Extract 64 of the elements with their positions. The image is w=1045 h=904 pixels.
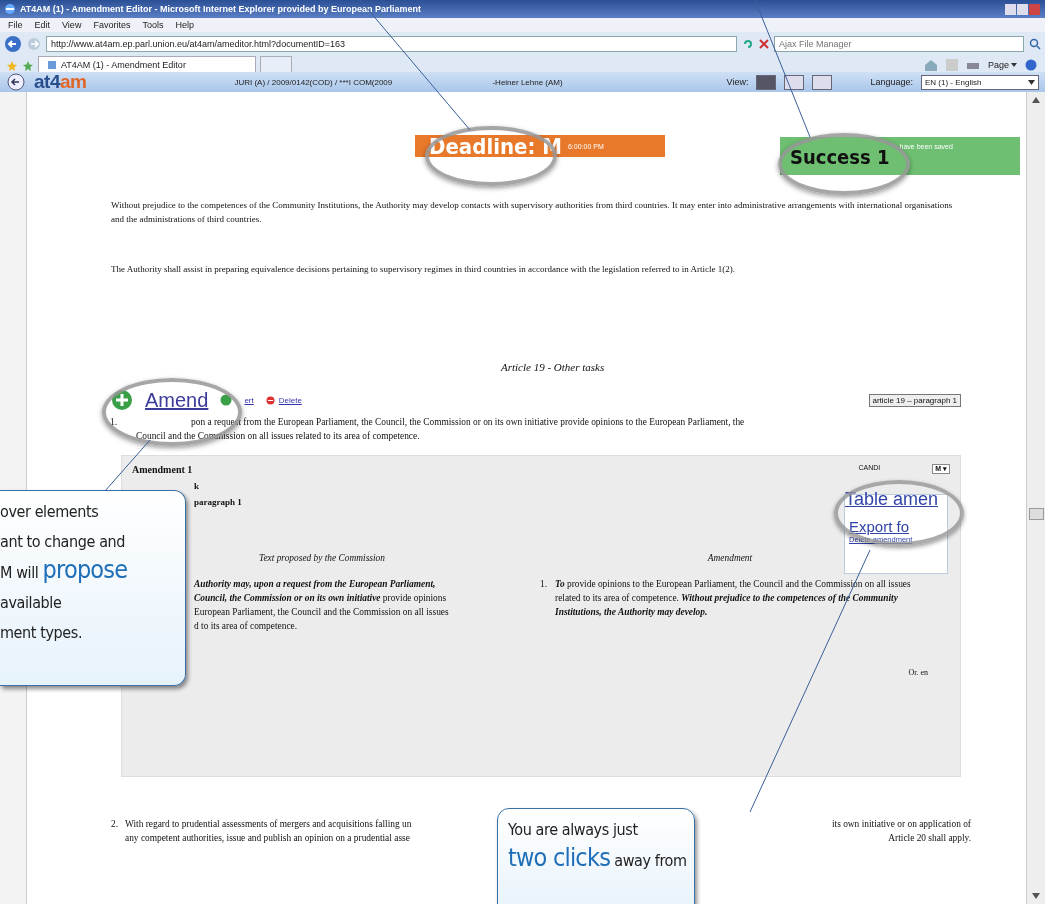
scroll-up-icon xyxy=(1031,96,1041,104)
column-heading: Amendment xyxy=(707,553,753,563)
menu-item[interactable]: Edit xyxy=(34,20,51,30)
menu-item[interactable]: File xyxy=(8,20,23,30)
document-reference: JURI (A) / 2009/0142(COD) / ***I COM(2009 xyxy=(234,77,394,87)
paragraph-number: 1. xyxy=(540,578,548,591)
menu-link[interactable]: Export fo xyxy=(849,518,943,535)
paragraph-text: With regard to prudential assessments of mergers and acquisitions falling un any competent authorities, issue and publish an opinion on a prudential asse xyxy=(125,818,412,845)
add-favorite-icon xyxy=(22,60,34,72)
amendment-subtitle: k xyxy=(194,481,199,491)
paragraph-text: The Authority shall assist in preparing equivalence decisions pertaining to supervisory regimes in third countries in accordance with the legislation referred to in Article 1(2). xyxy=(111,263,737,276)
callout-text: over elements ant to change and M will propose available ment types. xyxy=(0,501,128,644)
menu-link[interactable]: Table amen xyxy=(845,489,943,510)
rapporteur-name: -Heiner Lehne (AM) xyxy=(492,77,563,87)
scroll-down-icon xyxy=(1031,892,1041,900)
favorites-star-icon xyxy=(6,60,18,72)
amended-text: To provide opinions to the European Parliament, the Council and the Commission on all issues related to its area of competence. Without prejudice to the competences of the Community Institutions, the Authority may develop. xyxy=(555,578,912,619)
language-select[interactable]: EN (1) - English xyxy=(921,74,1039,90)
list-view-button[interactable] xyxy=(812,74,833,90)
deadline-label: Deadline: M xyxy=(429,133,562,159)
window-title: AT4AM (1) - Amendment Editor - Microsoft Internet Explorer provided by European Parliament xyxy=(20,4,422,14)
browser-tab[interactable]: AT4AM (1) - Amendment Editor xyxy=(38,56,256,72)
refresh-icon xyxy=(742,37,754,50)
delete-link[interactable]: Delete xyxy=(278,395,302,405)
page-icon xyxy=(47,59,57,70)
menu-item[interactable]: View xyxy=(62,20,82,30)
insert-link[interactable]: ert xyxy=(244,395,254,405)
language-label: Language: xyxy=(870,77,913,87)
paragraph-text: pon a request from the European Parliament, the Council, the Commission or on its own initiative provide opinions to the European Parliament, the Council and the Commission on all issues related to its area of competence. xyxy=(136,416,745,443)
menu-item[interactable]: Help xyxy=(175,20,194,30)
menu-item[interactable]: Tools xyxy=(142,20,164,30)
menu-item[interactable]: Favorites xyxy=(93,20,131,30)
search-field[interactable]: Ajax File Manager xyxy=(774,35,1024,52)
amend-link[interactable]: Amend xyxy=(145,388,209,412)
delete-circle-icon xyxy=(265,395,275,405)
address-bar[interactable]: http://www.at4am.ep.parl.union.eu/at4am/ameditor.html?documentID=163 xyxy=(46,35,737,52)
original-text: Authority may, upon a request from the European Parliament, Council, the Commission or on its own initiative provide opinions European Parliament, the Council and the Commission on all issues d to its area of competence. xyxy=(194,578,450,633)
caret-icon xyxy=(1011,62,1017,67)
paragraph-text: Without prejudice to the competences of the Community Institutions, the Authority may develop contacts with supervisory authorities from third countries. It may enter into administrative arrangements with international organisations and the administrations of third countries. xyxy=(111,199,954,226)
callout-text: You are always just two clicks away from xyxy=(508,819,687,874)
scroll-thumb[interactable] xyxy=(1029,508,1044,520)
stop-icon xyxy=(759,38,769,49)
amendment-title: Amendment 1 xyxy=(132,464,193,475)
forward-icon xyxy=(27,36,41,51)
back-icon xyxy=(4,34,22,53)
amendment-reference: paragraph 1 xyxy=(194,497,242,507)
ie-icon xyxy=(4,3,16,15)
split-view-button[interactable] xyxy=(784,74,805,90)
success-title: Success 1 xyxy=(790,145,890,169)
view-label: View: xyxy=(726,77,749,87)
paragraph-number: 1. xyxy=(110,416,119,429)
window-controls-icon xyxy=(1005,3,1041,15)
paragraph-text: its own initiative or on application of Article 20 shall apply. xyxy=(831,818,971,845)
app-logo: at4am xyxy=(34,71,87,93)
paragraph-number: 2. xyxy=(111,818,120,831)
caret-icon xyxy=(1028,79,1035,85)
search-icon xyxy=(1029,37,1041,50)
language-note: Or. en xyxy=(908,668,928,677)
page-menu[interactable]: Page xyxy=(987,59,1009,70)
column-heading: Text proposed by the Commission xyxy=(259,553,385,563)
article-heading: Article 19 - Other tasks xyxy=(501,361,605,373)
paragraph-reference: article 19 – paragraph 1 xyxy=(868,393,961,407)
single-view-button[interactable] xyxy=(756,74,777,90)
url-text: http://www.at4am.ep.parl.union.eu/at4am/ameditor.html?documentID=163 xyxy=(51,38,345,49)
